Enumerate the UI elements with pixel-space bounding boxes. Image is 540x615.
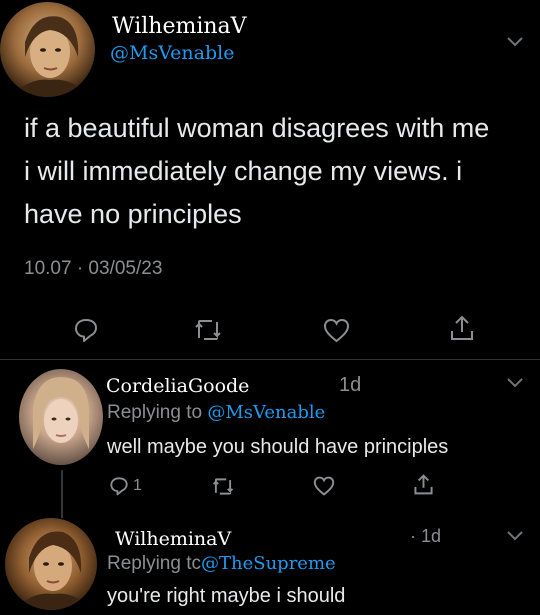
avatar-portrait <box>10 16 90 97</box>
replying-prefix: Replying to <box>107 402 203 423</box>
chevron-down-icon[interactable] <box>506 36 524 48</box>
share-icon[interactable] <box>449 314 475 342</box>
display-name[interactable]: WilheminaV <box>112 14 247 39</box>
handle[interactable]: @MsVenable <box>110 42 234 64</box>
reply-icon[interactable] <box>109 476 129 496</box>
like-icon[interactable] <box>313 476 335 496</box>
share-icon[interactable] <box>413 473 434 496</box>
replying-to: Replying tc@TheSupreme <box>107 553 336 575</box>
tweet-timestamp[interactable]: 10.07 · 03/05/23 <box>24 258 162 280</box>
reply-count: 1 <box>133 477 142 494</box>
avatar[interactable] <box>0 2 95 97</box>
replying-handle[interactable]: @TheSupreme <box>201 553 336 574</box>
tweet-text: well maybe you should have principles <box>107 436 449 458</box>
replying-prefix: Replying tc <box>107 553 201 574</box>
avatar[interactable] <box>19 369 103 465</box>
retweet-icon[interactable] <box>211 477 235 496</box>
replying-handle[interactable]: @MsVenable <box>207 402 325 423</box>
avatar-portrait <box>13 531 93 610</box>
display-name[interactable]: WilheminaV <box>115 528 231 550</box>
tweet-age: 1d <box>339 374 362 396</box>
reply-icon[interactable] <box>73 317 99 343</box>
display-name[interactable]: CordeliaGoode <box>106 375 249 397</box>
retweet-icon[interactable] <box>193 318 223 342</box>
like-icon[interactable] <box>323 318 350 343</box>
thread-line <box>61 470 63 518</box>
avatar[interactable] <box>5 518 97 610</box>
tweet-text: if a beautiful woman disagrees with me i… <box>24 113 490 229</box>
replying-to: Replying to @MsVenable <box>107 402 325 424</box>
avatar-portrait <box>33 377 89 449</box>
chevron-down-icon[interactable] <box>506 377 524 389</box>
tweet-age: · 1d <box>410 526 442 546</box>
divider <box>0 359 540 360</box>
tweet-text: you're right maybe i should <box>107 585 346 607</box>
chevron-down-icon[interactable] <box>506 530 524 542</box>
